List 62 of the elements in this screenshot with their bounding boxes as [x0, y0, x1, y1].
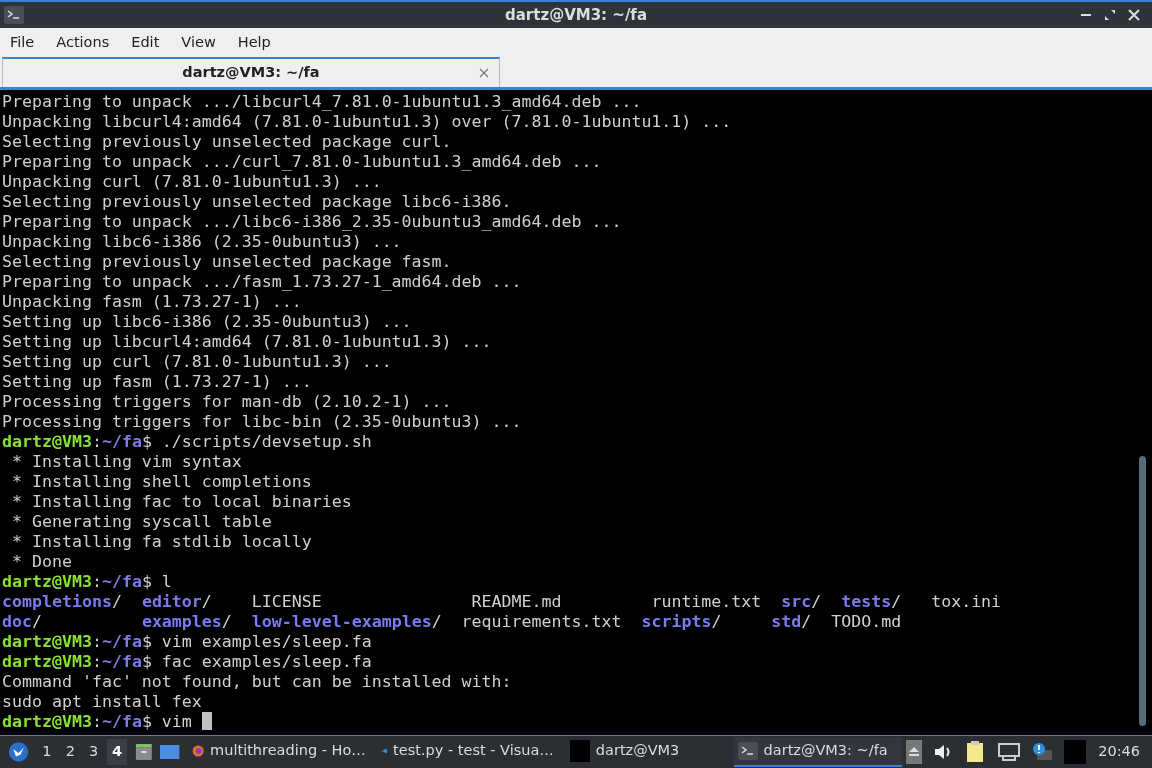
terminal-line: Unpacking fasm (1.73.27-1) ...	[2, 292, 303, 312]
window-icon[interactable]	[160, 743, 180, 761]
workspace-button[interactable]: 4	[107, 739, 127, 765]
terminal-line: Command 'fac' not found, but can be installed with:	[2, 672, 513, 692]
workspace-button[interactable]: 3	[84, 739, 104, 765]
terminal-line: sudo apt install fex	[2, 692, 203, 712]
terminal-line: Unpacking curl (7.81.0-1ubuntu1.3) ...	[2, 172, 383, 192]
terminal-line: Processing triggers for libc-bin (2.35-0ubuntu3) ...	[2, 412, 523, 432]
terminal-line: Processing triggers for man-db (2.10.2-1) ...	[2, 392, 453, 412]
terminal-line: dartz@VM3:~/fa$ l	[2, 572, 173, 592]
menu-item[interactable]: Edit	[131, 31, 160, 54]
menu-item[interactable]: File	[10, 31, 35, 54]
terminal-line: Preparing to unpack .../curl_7.81.0-1ubuntu1.3_amd64.deb ...	[2, 152, 603, 172]
terminal-line: Selecting previously unselected package libc6-i386.	[2, 192, 513, 212]
terminal-line: dartz@VM3:~/fa$ ./scripts/devsetup.sh	[2, 432, 373, 452]
terminal-line: dartz@VM3:~/fa$ fac examples/sleep.fa	[2, 652, 373, 672]
taskbar-button[interactable]: dartz@VM3	[565, 737, 726, 767]
terminal-line: dartz@VM3:~/fa$ vim	[2, 712, 1152, 732]
terminal-line: Selecting previously unselected package fasm.	[2, 252, 453, 272]
window-thumbnail	[569, 740, 590, 762]
maximize-button[interactable]	[1104, 9, 1116, 21]
text-cursor	[201, 712, 212, 730]
terminal-line: Unpacking libc6-i386 (2.35-0ubuntu3) ...	[2, 232, 403, 252]
alert-icon[interactable]	[1032, 742, 1053, 762]
terminal-line: Preparing to unpack .../libc6-i386_2.35-0ubuntu3_amd64.deb ...	[2, 212, 623, 232]
terminal-line: Setting up fasm (1.73.27-1) ...	[2, 372, 313, 392]
terminal-line: Preparing to unpack .../libcurl4_7.81.0-1ubuntu1.3_amd64.deb ...	[2, 92, 643, 112]
terminal-line: Setting up curl (7.81.0-1ubuntu1.3) ...	[2, 352, 393, 372]
taskbar-button[interactable]: test.py - test - Visua…	[377, 737, 558, 767]
scrollbar[interactable]	[1139, 456, 1146, 726]
app-menu-icon[interactable]	[8, 740, 30, 764]
terminal-line: Selecting previously unselected package curl.	[2, 132, 453, 152]
tab[interactable]: dartz@VM3: ~/fa	[2, 57, 500, 87]
menu-item[interactable]: Help	[237, 31, 271, 54]
terminal-line: * Installing vim syntax	[11, 452, 243, 472]
menu-item[interactable]: View	[181, 31, 216, 54]
close-button[interactable]	[1128, 9, 1140, 21]
terminal-line: Setting up libcurl4:amd64 (7.81.0-1ubuntu1.3) ...	[2, 332, 493, 352]
taskbar-button[interactable]: multithreading - Ho…	[187, 737, 370, 767]
terminal-icon	[4, 6, 24, 24]
terminal-line: completions/ editor/ LICENSE README.md runtime.txt src/ tests/ tox.ini	[2, 592, 1003, 612]
workspace-button[interactable]: 2	[60, 739, 80, 765]
eject-icon[interactable]	[906, 740, 923, 764]
terminal-line: Setting up libc6-i386 (2.35-0ubuntu3) ...	[2, 312, 413, 332]
terminal-line: Preparing to unpack .../fasm_1.73.27-1_amd64.deb ...	[2, 272, 523, 292]
menu-item[interactable]: Actions	[56, 31, 110, 54]
window-thumbnail	[1064, 740, 1087, 764]
workspace-button[interactable]: 1	[37, 739, 57, 765]
file-cabinet-icon[interactable]	[134, 742, 153, 762]
terminal-line: * Installing shell completions	[11, 472, 313, 492]
clock[interactable]: 20:46	[1098, 741, 1140, 763]
terminal-line: dartz@VM3:~/fa$ vim examples/sleep.fa	[2, 632, 373, 652]
terminal-line: * Generating syscall table	[11, 512, 273, 532]
taskbar-button[interactable]: dartz@VM3: ~/fa	[733, 737, 903, 767]
terminal-line: Unpacking libcurl4:amd64 (7.81.0-1ubuntu1.3) over (7.81.0-1ubuntu1.1) ...	[2, 112, 733, 132]
terminal-icon	[737, 742, 758, 760]
terminal-line: * Installing fac to local binaries	[11, 492, 353, 512]
terminal-line: * Done	[11, 552, 73, 572]
close-icon[interactable]	[479, 68, 489, 78]
terminal-line: doc/ examples/ low-level-examples/ requirements.txt scripts/ std/ TODO.md	[2, 612, 903, 632]
window-title: dartz@VM3: ~/fa	[505, 4, 647, 26]
terminal-line: * Installing fa stdlib locally	[11, 532, 313, 552]
